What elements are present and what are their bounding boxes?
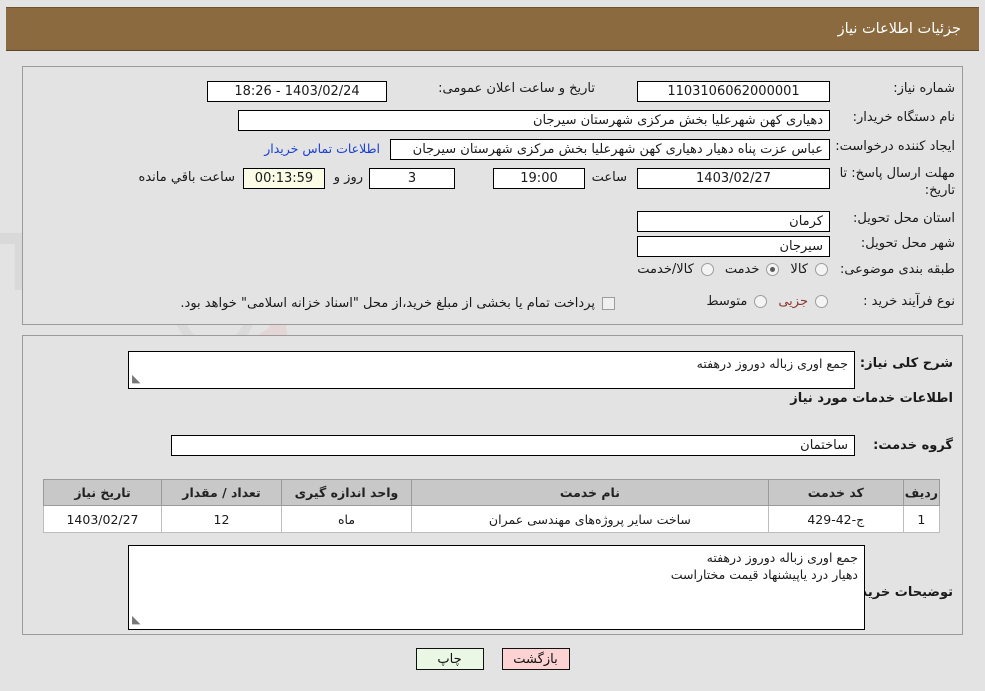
buyer-org-value: دهیاری کهن شهرعلیا بخش مرکزی شهرستان سیر…: [238, 110, 830, 131]
cell-quantity: 12: [161, 505, 282, 533]
deadline-hour-label: ساعت: [591, 170, 627, 185]
footer-button-bar: بازگشت چاپ: [0, 648, 985, 670]
th-service-name: نام خدمت: [411, 479, 769, 506]
radio-category-kala-label: کالا: [790, 262, 808, 277]
announce-date-label: تاریخ و ساعت اعلان عمومی:: [438, 81, 595, 96]
general-desc-label: شرح کلی نیاز:: [859, 356, 953, 371]
services-table: ردیف کد خدمت نام خدمت واحد اندازه گیری ت…: [43, 479, 941, 533]
buyer-notes-textarea[interactable]: جمع اوری زباله دوروز درهفته دهیار درد یا…: [128, 545, 865, 630]
treasury-checkbox-label: پرداخت تمام یا بخشی از مبلغ خرید،از محل …: [180, 296, 595, 311]
category-radio-group[interactable]: کالا خدمت کالا/خدمت: [628, 262, 830, 277]
row-announce-date: تاریخ و ساعت اعلان عمومی:: [430, 81, 595, 96]
resize-grip-icon[interactable]: ◢: [132, 611, 140, 628]
treasury-checkbox-wrap[interactable]: پرداخت تمام یا بخشی از مبلغ خرید،از محل …: [180, 296, 615, 311]
table-header-row: ردیف کد خدمت نام خدمت واحد اندازه گیری ت…: [43, 479, 941, 506]
need-number-value: 1103106062000001: [637, 81, 830, 102]
need-summary-panel: [22, 66, 963, 325]
th-radif: ردیف: [902, 479, 941, 506]
deadline-date-value: 1403/02/27: [637, 168, 830, 189]
need-number-label: شماره نیاز:: [893, 81, 955, 96]
row-buyer-org: نام دستگاه خریدار:: [835, 110, 955, 125]
radio-category-kala[interactable]: [815, 263, 828, 276]
buyer-contact-link[interactable]: اطلاعات تماس خریدار: [264, 141, 380, 156]
th-quantity: تعداد / مقدار: [161, 479, 282, 506]
category-label: طبقه بندی موضوعی:: [839, 262, 955, 277]
th-unit: واحد اندازه گیری: [281, 479, 412, 506]
general-desc-textarea[interactable]: جمع اوری زباله دوروز درهفته ◢: [128, 351, 855, 389]
countdown-timer: 00:13:59: [243, 168, 325, 189]
city-value: سیرجان: [637, 236, 830, 257]
buyer-org-label: نام دستگاه خریدار:: [852, 110, 955, 125]
remaining-hours-label: ساعت باقي مانده: [138, 170, 235, 185]
radio-process-jozi[interactable]: [815, 295, 828, 308]
radio-category-khedmat[interactable]: [766, 263, 780, 276]
radio-category-kala-khedmat[interactable]: [700, 263, 714, 276]
process-radio-group[interactable]: جزیی متوسط: [697, 294, 830, 309]
buyer-notes-line-2: دهیار درد یاپیشنهاد قیمت مختاراست: [670, 567, 858, 582]
radio-process-jozi-label: جزیی: [778, 294, 808, 309]
service-group-label: گروه خدمت:: [873, 438, 953, 453]
province-value: کرمان: [637, 211, 830, 232]
days-remaining-value: 3: [369, 168, 455, 189]
radio-process-motevaset[interactable]: [754, 295, 768, 308]
city-label: شهر محل تحویل:: [860, 236, 955, 251]
row-province: استان محل تحویل:: [835, 211, 955, 226]
deadline-label: مهلت ارسال پاسخ: تا تاریخ:: [839, 166, 955, 198]
row-city: شهر محل تحویل:: [835, 236, 955, 251]
general-desc-value: جمع اوری زباله دوروز درهفته: [696, 356, 848, 371]
creator-value: عباس عزت پناه دهیار دهیاری کهن شهرعلیا ب…: [390, 139, 830, 160]
row-category: طبقه بندی موضوعی:: [835, 262, 955, 277]
radio-process-motevaset-label: متوسط: [706, 294, 748, 309]
province-label: استان محل تحویل:: [853, 211, 955, 226]
treasury-checkbox[interactable]: [602, 297, 615, 310]
cell-service-code: ج-42-429: [767, 505, 904, 533]
back-button[interactable]: بازگشت: [501, 648, 570, 670]
row-deadline: مهلت ارسال پاسخ: تا تاریخ:: [830, 165, 955, 199]
page-header: جزئیات اطلاعات نیاز: [6, 7, 979, 51]
table-row: 1 ج-42-429 ساخت سایر پروژه‌های مهندسی عم…: [43, 505, 941, 533]
row-process-type: نوع فرآیند خرید :: [835, 294, 955, 309]
page-title: جزئیات اطلاعات نیاز: [837, 21, 961, 37]
process-type-label: نوع فرآیند خرید :: [863, 294, 955, 309]
cell-radif: 1: [902, 505, 941, 533]
buyer-notes-line-1: جمع اوری زباله دوروز درهفته: [706, 550, 858, 565]
cell-need-date: 1403/02/27: [43, 505, 162, 533]
announce-date-value: 1403/02/24 - 18:26: [207, 81, 387, 102]
services-info-heading: اطلاعات خدمات مورد نیاز: [790, 391, 953, 406]
days-remaining-label: روز و: [333, 170, 363, 185]
creator-label: ایجاد کننده درخواست:: [835, 139, 955, 154]
deadline-hour-value: 19:00: [493, 168, 585, 189]
radio-category-khedmat-label: خدمت: [724, 262, 760, 277]
th-need-date: تاریخ نیاز: [43, 479, 162, 506]
print-button[interactable]: چاپ: [415, 648, 484, 670]
resize-grip-icon[interactable]: ◢: [132, 370, 140, 387]
row-creator: ایجاد کننده درخواست:: [835, 139, 955, 154]
service-group-value: ساختمان: [171, 435, 855, 456]
cell-service-name: ساخت سایر پروژه‌های مهندسی عمران: [411, 505, 769, 533]
radio-category-kala-khedmat-label: کالا/خدمت: [637, 262, 694, 277]
th-service-code: کد خدمت: [767, 479, 904, 506]
row-need-number: شماره نیاز:: [835, 81, 955, 96]
cell-unit: ماه: [281, 505, 412, 533]
